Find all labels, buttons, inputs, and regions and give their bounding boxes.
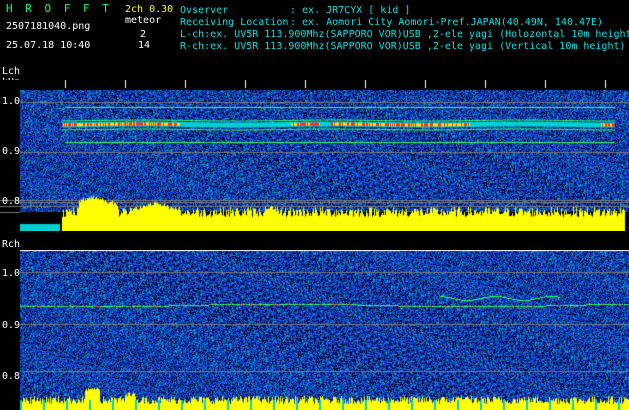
observer-value: : ex. JR7CYX [ kid ] (290, 5, 411, 16)
lch-info: L-ch:ex. UV5R 113.900Mhz(SAPPORO VOR)USB… (180, 29, 629, 40)
rch-ytick: 1.0 (2, 268, 21, 279)
rch-count: 14 (138, 40, 151, 51)
rch-ytick: 0.8 (2, 371, 21, 382)
lch-spectrogram (0, 80, 629, 231)
location-value: : ex. Aomori City Aomori-Pref.JAPAN(40.4… (290, 17, 604, 28)
lch-ytick: 0.9 (2, 146, 21, 157)
rch-label: Rch (2, 239, 21, 250)
filename: 2507181040.png (6, 21, 91, 32)
lch-ytick: 1.0 (2, 96, 21, 107)
lch-label: Lch (2, 66, 21, 77)
datetime: 25.07.18 10:40 (6, 40, 91, 51)
rch-spectrogram (0, 250, 629, 410)
location-label: Receiving Location (180, 17, 289, 28)
lch-ytick: 0.8 (2, 196, 21, 207)
mode-label: 2ch 0.30 (125, 4, 174, 15)
rch-info: R-ch:ex. UV5R 113.900Mhz(SAPPORO VOR)USB… (180, 41, 626, 52)
detection-label: meteor (125, 15, 162, 26)
observer-label: Ovserver (180, 5, 229, 16)
app-title: H R O F F T (6, 2, 112, 15)
lch-count: 2 (140, 29, 147, 40)
rch-ytick: 0.9 (2, 320, 21, 331)
